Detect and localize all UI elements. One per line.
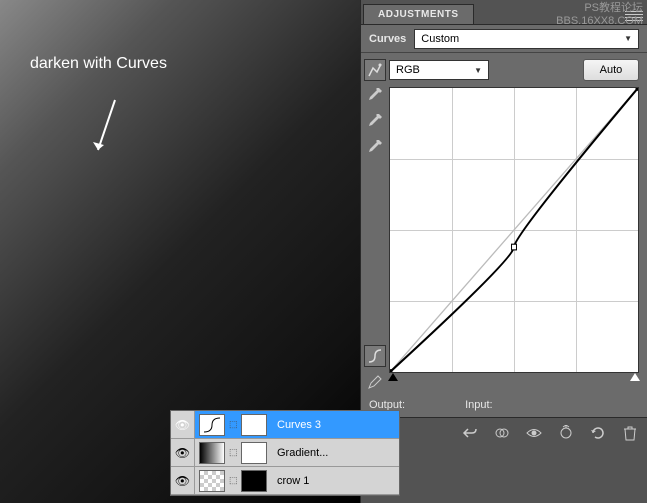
annotation-arrow bbox=[90, 95, 120, 165]
toggle-visibility-icon[interactable] bbox=[525, 424, 543, 442]
layer-mask-thumb[interactable] bbox=[241, 470, 267, 492]
layer-name[interactable]: Gradient... bbox=[277, 447, 328, 459]
chevron-down-icon: ▼ bbox=[474, 66, 482, 75]
curve-graph[interactable] bbox=[389, 87, 639, 373]
curves-header: Curves Custom ▼ bbox=[361, 25, 647, 53]
previous-state-icon[interactable] bbox=[557, 424, 575, 442]
adjustments-panel: ADJUSTMENTS Curves Custom ▼ RGB ▼ bbox=[360, 0, 647, 503]
channel-value: RGB bbox=[396, 64, 420, 76]
delete-icon[interactable] bbox=[621, 424, 639, 442]
pencil-mode-button[interactable] bbox=[364, 371, 386, 393]
layer-visibility-toggle[interactable]: 👁 bbox=[171, 411, 195, 438]
preset-value: Custom bbox=[421, 33, 459, 45]
curves-graph-area: RGB ▼ Auto bbox=[389, 53, 647, 393]
eye-icon: 👁 bbox=[175, 418, 190, 432]
auto-button[interactable]: Auto bbox=[583, 59, 639, 81]
clip-to-layer-icon[interactable] bbox=[493, 424, 511, 442]
layer-thumb-gradient-icon[interactable] bbox=[199, 442, 225, 464]
link-icon: ⬚ bbox=[229, 419, 237, 430]
tab-adjustments[interactable]: ADJUSTMENTS bbox=[363, 4, 474, 24]
layers-panel-fragment: 👁 ⬚ Curves 3 👁 ⬚ Gradient... 👁 ⬚ crow 1 bbox=[170, 410, 400, 496]
layer-visibility-toggle[interactable]: 👁 bbox=[171, 439, 195, 466]
eyedropper-black-icon[interactable] bbox=[364, 85, 386, 107]
input-slider[interactable] bbox=[389, 373, 639, 387]
eye-icon: 👁 bbox=[175, 446, 190, 460]
layer-row[interactable]: 👁 ⬚ Curves 3 bbox=[171, 411, 399, 439]
layer-mask-thumb[interactable] bbox=[241, 414, 267, 436]
layer-name[interactable]: crow 1 bbox=[277, 475, 309, 487]
eyedropper-white-icon[interactable] bbox=[364, 137, 386, 159]
link-icon: ⬚ bbox=[229, 447, 237, 458]
adjustment-type-label: Curves bbox=[369, 33, 406, 45]
chevron-down-icon: ▼ bbox=[624, 34, 632, 43]
input-label: Input: bbox=[465, 399, 493, 411]
annotation-text: darken with Curves bbox=[30, 55, 167, 73]
output-input-row: Output: Input: bbox=[361, 393, 647, 417]
layer-thumb-curves-icon[interactable] bbox=[199, 414, 225, 436]
black-point-slider[interactable] bbox=[388, 373, 398, 381]
channel-dropdown[interactable]: RGB ▼ bbox=[389, 60, 489, 80]
layer-thumb-image[interactable] bbox=[199, 470, 225, 492]
watermark: PS教程论坛 BBS.16XX8.COM bbox=[556, 2, 643, 28]
return-to-list-icon[interactable] bbox=[461, 424, 479, 442]
reset-icon[interactable] bbox=[589, 424, 607, 442]
white-point-slider[interactable] bbox=[630, 373, 640, 381]
layer-visibility-toggle[interactable]: 👁 bbox=[171, 467, 195, 494]
layer-name[interactable]: Curves 3 bbox=[277, 419, 321, 431]
curve-mode-button[interactable] bbox=[364, 345, 386, 367]
panel-bottom-bar bbox=[361, 417, 647, 447]
curves-tool-column bbox=[361, 53, 389, 393]
targeted-adjustment-tool[interactable] bbox=[364, 59, 386, 81]
link-icon: ⬚ bbox=[229, 475, 237, 486]
curves-body: RGB ▼ Auto bbox=[361, 53, 647, 393]
layer-row[interactable]: 👁 ⬚ crow 1 bbox=[171, 467, 399, 495]
layer-row[interactable]: 👁 ⬚ Gradient... bbox=[171, 439, 399, 467]
layer-mask-thumb[interactable] bbox=[241, 442, 267, 464]
eye-icon: 👁 bbox=[175, 474, 190, 488]
eyedropper-gray-icon[interactable] bbox=[364, 111, 386, 133]
preset-dropdown[interactable]: Custom ▼ bbox=[414, 29, 639, 49]
